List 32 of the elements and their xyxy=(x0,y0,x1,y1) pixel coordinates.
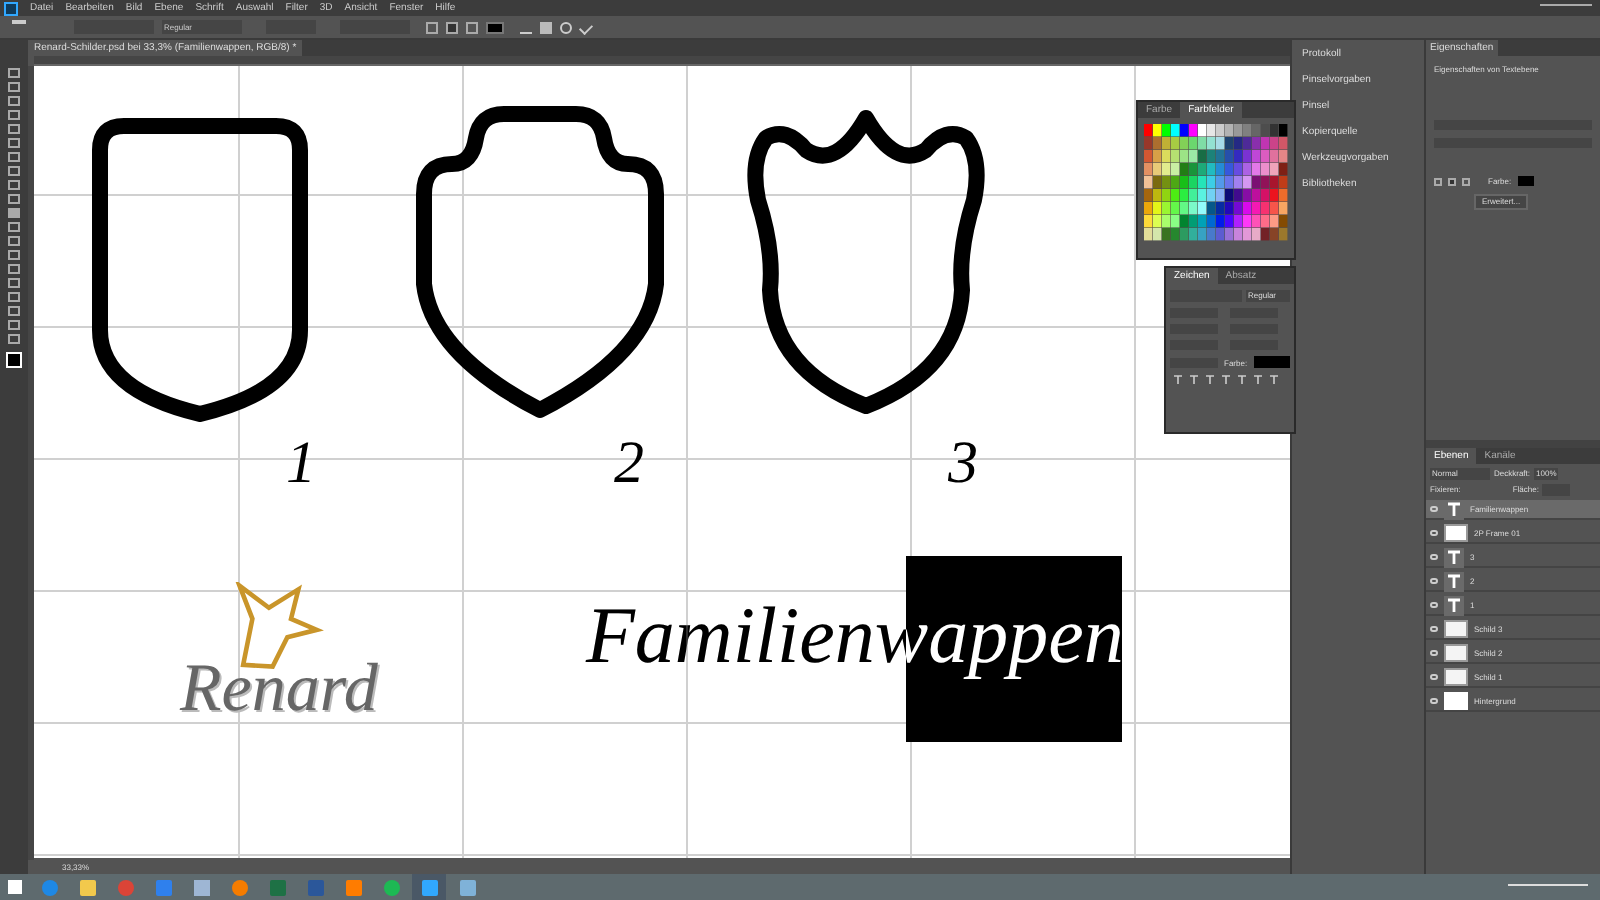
type-layer-icon xyxy=(1444,499,1464,519)
taskbar-app-button[interactable] xyxy=(412,874,446,900)
layer-thumbnail xyxy=(1444,644,1468,662)
visibility-icon[interactable] xyxy=(1430,554,1438,560)
type-layer-icon xyxy=(1444,571,1464,591)
shield-number: 3 xyxy=(948,430,978,498)
logo-text: Renard xyxy=(180,650,378,730)
text-color-swatch[interactable] xyxy=(1253,356,1290,368)
layer-thumbnail xyxy=(1444,692,1468,710)
layer-thumbnail xyxy=(1444,524,1468,542)
type-layer-icon xyxy=(1444,547,1464,567)
visibility-icon[interactable] xyxy=(1430,530,1438,536)
text-color-swatch[interactable] xyxy=(1517,176,1534,186)
type-layer-icon xyxy=(1444,595,1464,615)
swatch-grid-drawing[interactable] xyxy=(1144,124,1288,242)
visibility-icon[interactable] xyxy=(1430,674,1438,680)
shield-number: 1 xyxy=(286,430,316,498)
panel-icon[interactable] xyxy=(540,21,552,33)
layer-thumbnail xyxy=(1444,620,1468,638)
visibility-icon[interactable] xyxy=(1430,578,1438,584)
layer-thumbnail xyxy=(1444,668,1468,686)
text-color-swatch[interactable] xyxy=(486,21,504,33)
visibility-icon[interactable] xyxy=(1430,626,1438,632)
visibility-icon[interactable] xyxy=(1430,650,1438,656)
visibility-icon[interactable] xyxy=(1430,602,1438,608)
shield-number: 2 xyxy=(614,430,644,498)
visibility-icon[interactable] xyxy=(1430,698,1438,704)
color-swatches-icon[interactable] xyxy=(6,352,22,368)
windows-logo-icon xyxy=(7,880,21,894)
cancel-icon[interactable] xyxy=(560,21,572,33)
visibility-icon[interactable] xyxy=(1430,506,1438,512)
app-logo-icon xyxy=(4,1,18,15)
